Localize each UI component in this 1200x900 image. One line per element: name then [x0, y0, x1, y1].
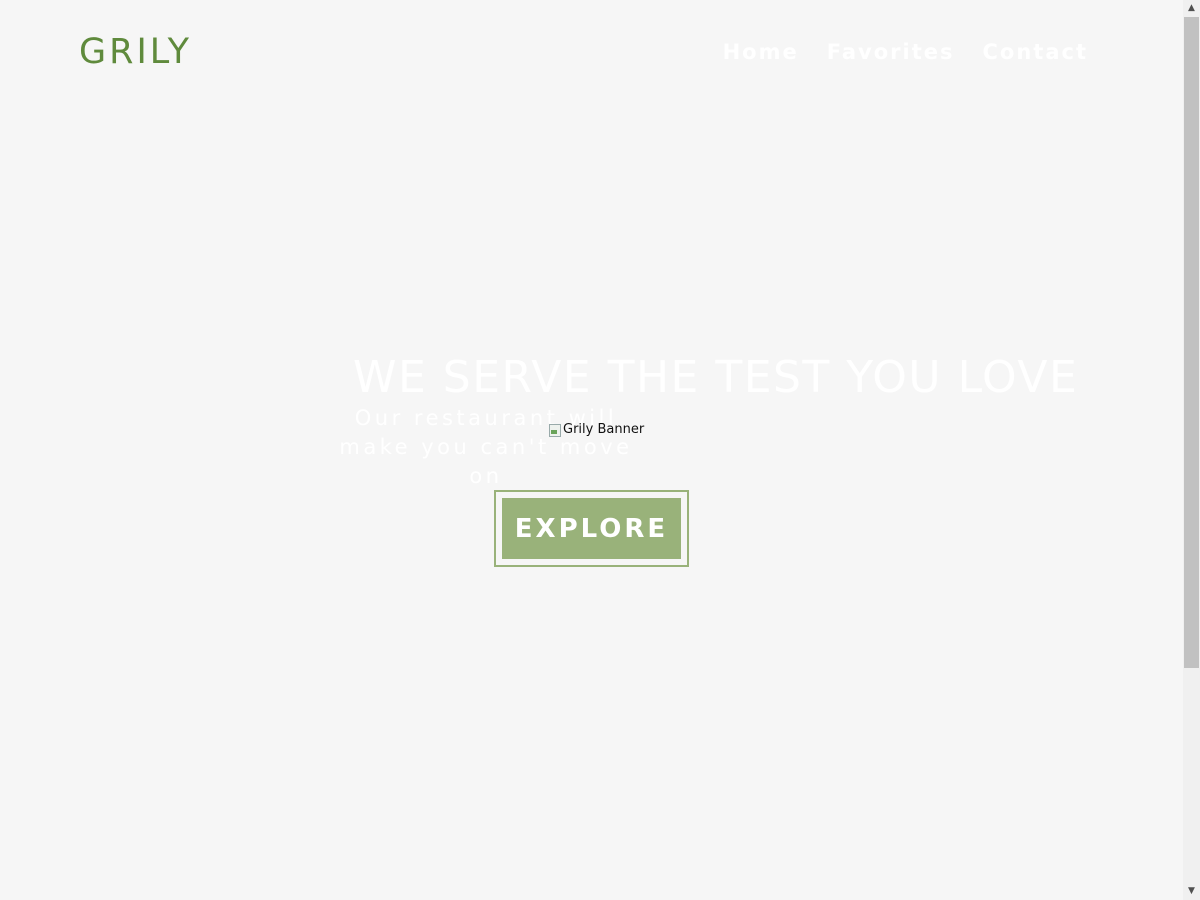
explore-button-frame: EXPLORE	[494, 490, 689, 567]
nav-link-home[interactable]: Home	[723, 38, 799, 66]
explore-button[interactable]: EXPLORE	[502, 498, 681, 559]
vertical-scrollbar[interactable]: ▲ ▼	[1183, 0, 1200, 900]
nav-link-contact[interactable]: Contact	[983, 38, 1089, 66]
banner-image-alt: Grily Banner	[563, 422, 645, 437]
nav-link-favorites[interactable]: Favorites	[827, 38, 955, 66]
banner-image: Grily Banner	[548, 422, 644, 438]
broken-image-icon	[548, 423, 562, 437]
main-nav: Home Favorites Contact	[723, 38, 1088, 66]
hero-title: WE SERVE THE TEST YOU LOVE	[353, 352, 1079, 403]
page: GRILY Home Favorites Contact WE SERVE TH…	[0, 0, 1183, 900]
chevron-down-icon[interactable]: ▼	[1183, 883, 1200, 900]
hero-subtitle: Our restaurant will make you can't move …	[339, 406, 633, 488]
site-logo[interactable]: GRILY	[79, 32, 192, 72]
chevron-up-icon[interactable]: ▲	[1183, 0, 1200, 17]
scrollbar-thumb[interactable]	[1184, 17, 1199, 668]
